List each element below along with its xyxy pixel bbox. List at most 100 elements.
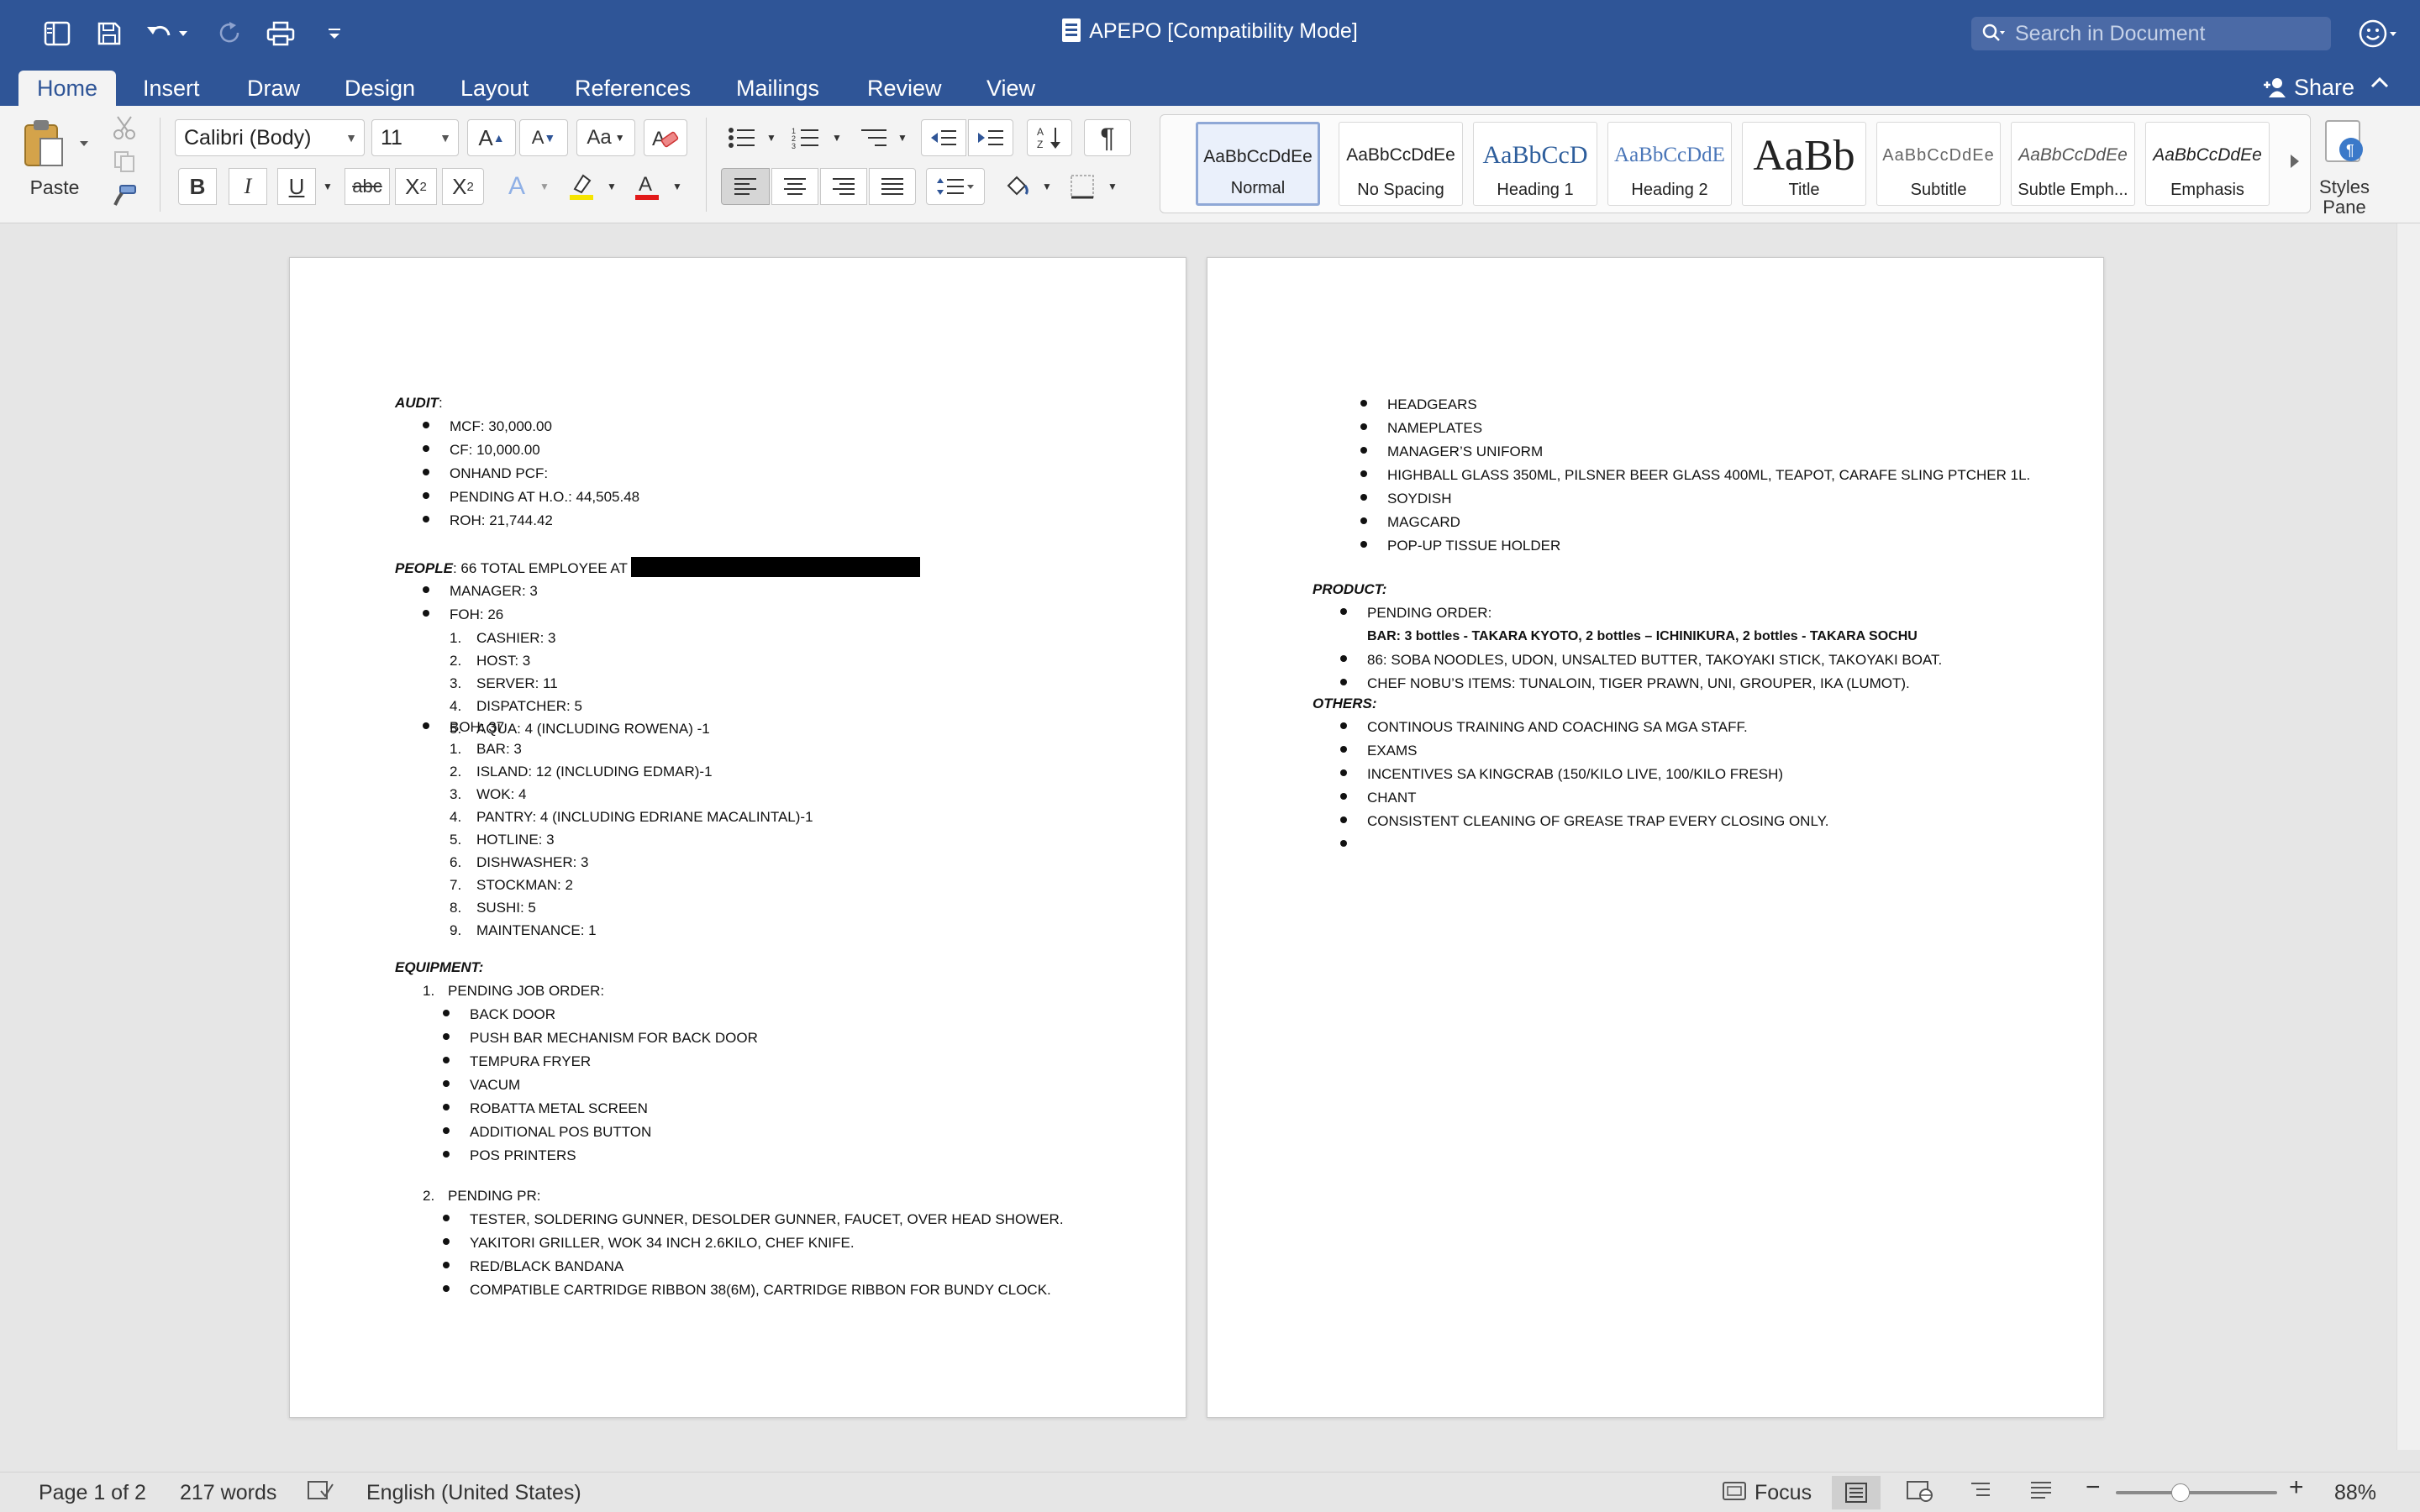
strikethrough-button[interactable]: abc	[345, 168, 390, 205]
show-formatting-marks-icon[interactable]: ¶	[1084, 119, 1131, 156]
tab-layout[interactable]: Layout	[442, 71, 547, 106]
list-item: 4. DISPATCHER: 5	[450, 697, 582, 716]
style-emphasis[interactable]: AaBbCcDdEe Emphasis	[2145, 122, 2270, 206]
bullets-icon[interactable]	[721, 119, 763, 156]
align-center-icon[interactable]	[771, 168, 818, 205]
undo-dropdown-icon[interactable]	[175, 15, 192, 52]
page-1[interactable]: AUDIT: MCF: 30,000.00 CF: 10,000.00 ONHAND…	[289, 257, 1186, 1418]
sidebar-toggle-icon[interactable]	[39, 15, 76, 52]
print-icon[interactable]	[262, 15, 299, 52]
style-normal[interactable]: AaBbCcDdEe Normal	[1196, 122, 1320, 206]
style-heading-1[interactable]: AaBbCcD Heading 1	[1473, 122, 1597, 206]
paste-icon[interactable]	[18, 114, 69, 173]
font-color-dropdown-icon[interactable]: ▼	[669, 168, 686, 205]
bold-button[interactable]: B	[178, 168, 217, 205]
word-count[interactable]: 217 words	[180, 1481, 276, 1504]
style-subtitle[interactable]: AaBbCcDdEe Subtitle	[1876, 122, 2001, 206]
tab-design[interactable]: Design	[326, 71, 434, 106]
zoom-out-icon[interactable]: −	[2086, 1475, 2101, 1500]
page-2[interactable]: HEADGEARS NAMEPLATES MANAGER’S UNIFORM HIGH…	[1207, 257, 2104, 1418]
print-layout-view-icon[interactable]	[1832, 1476, 1881, 1509]
page-count[interactable]: Page 1 of 2	[39, 1481, 146, 1504]
zoom-slider-thumb[interactable]	[2170, 1483, 2190, 1502]
align-left-icon[interactable]	[721, 168, 770, 205]
borders-dropdown-icon[interactable]: ▼	[1104, 168, 1121, 205]
font-size-dropdown[interactable]: 11 ▼	[371, 119, 459, 156]
multilevel-dropdown-icon[interactable]: ▼	[894, 119, 911, 156]
tab-references[interactable]: References	[556, 71, 709, 106]
copy-icon[interactable]	[108, 146, 141, 176]
decrease-indent-icon[interactable]	[921, 119, 966, 156]
list-item-text: MCF: 30,000.00	[450, 418, 552, 434]
zoom-level[interactable]: 88%	[2334, 1481, 2376, 1504]
justify-icon[interactable]	[869, 168, 916, 205]
subscript-button[interactable]: X2	[395, 168, 437, 205]
styles-gallery-scroll-icon[interactable]	[2283, 140, 2307, 182]
styles-pane-label-1[interactable]: Styles	[2311, 176, 2378, 198]
redo-icon[interactable]	[212, 15, 249, 52]
zoom-in-icon[interactable]: +	[2289, 1475, 2304, 1500]
paste-dropdown-icon[interactable]	[76, 131, 92, 156]
paste-label[interactable]: Paste	[17, 175, 92, 200]
sort-icon[interactable]: AZ	[1027, 119, 1072, 156]
decrease-font-size-icon[interactable]: A ▼	[519, 119, 568, 156]
customize-toolbar-icon[interactable]	[316, 15, 353, 52]
language-indicator[interactable]: English (United States)	[366, 1481, 581, 1504]
tab-draw[interactable]: Draw	[229, 71, 318, 106]
underline-button[interactable]: U	[277, 168, 316, 205]
highlight-dropdown-icon[interactable]: ▼	[603, 168, 620, 205]
increase-indent-icon[interactable]	[968, 119, 1013, 156]
bullet-dot	[1340, 679, 1347, 685]
line-spacing-icon[interactable]	[926, 168, 985, 205]
vertical-scrollbar[interactable]	[2396, 223, 2420, 1450]
font-color-icon[interactable]: A	[627, 168, 667, 205]
shading-icon[interactable]	[995, 168, 1039, 205]
underline-dropdown-icon[interactable]: ▼	[318, 168, 338, 205]
proofing-icon[interactable]	[306, 1479, 334, 1508]
draft-view-icon[interactable]	[2028, 1479, 2054, 1506]
format-painter-icon[interactable]	[108, 180, 141, 210]
search-input[interactable]	[2015, 21, 2317, 46]
undo-icon[interactable]	[141, 15, 178, 52]
zoom-slider[interactable]	[2116, 1491, 2277, 1494]
text-effects-dropdown-icon[interactable]: ▼	[536, 168, 553, 205]
increase-font-size-icon[interactable]: A ▲	[467, 119, 516, 156]
borders-icon[interactable]	[1060, 168, 1104, 205]
bullet-dot	[443, 1127, 450, 1134]
text-effects-icon[interactable]: A	[497, 168, 536, 205]
multilevel-list-icon[interactable]	[852, 119, 896, 156]
numbering-icon[interactable]: 123	[785, 119, 827, 156]
superscript-button[interactable]: X2	[442, 168, 484, 205]
outline-view-icon[interactable]	[1968, 1479, 1993, 1506]
bullets-dropdown-icon[interactable]: ▼	[763, 119, 780, 156]
styles-pane-label-2[interactable]: Pane	[2311, 197, 2378, 218]
tab-mailings[interactable]: Mailings	[718, 71, 838, 106]
list-item-text: SERVER: 11	[476, 675, 558, 691]
styles-pane-icon[interactable]: ¶	[2321, 118, 2368, 168]
change-case-icon[interactable]: Aa ▼	[576, 119, 635, 156]
style-title[interactable]: AaBb Title	[1742, 122, 1866, 206]
numbering-dropdown-icon[interactable]: ▼	[829, 119, 845, 156]
tab-insert[interactable]: Insert	[124, 71, 218, 106]
font-name-dropdown[interactable]: Calibri (Body) ▼	[175, 119, 365, 156]
cut-icon[interactable]	[108, 113, 141, 143]
search-box[interactable]	[1971, 17, 2331, 50]
tab-view[interactable]: View	[968, 71, 1054, 106]
feedback-smiley-icon[interactable]	[2358, 17, 2398, 55]
web-layout-view-icon[interactable]	[1906, 1479, 1934, 1508]
style-heading-2[interactable]: AaBbCcDdE Heading 2	[1607, 122, 1732, 206]
clear-formatting-icon[interactable]: A	[644, 119, 687, 156]
collapse-ribbon-icon[interactable]	[2370, 76, 2390, 93]
tab-home[interactable]: Home	[18, 71, 117, 106]
style-subtle-emphasis[interactable]: AaBbCcDdEe Subtle Emph...	[2011, 122, 2135, 206]
style-no-spacing[interactable]: AaBbCcDdEe No Spacing	[1339, 122, 1463, 206]
share-button[interactable]: Share	[2259, 71, 2354, 104]
focus-mode-icon[interactable]	[1721, 1479, 1748, 1508]
tab-review[interactable]: Review	[849, 71, 960, 106]
focus-label[interactable]: Focus	[1754, 1481, 1812, 1504]
highlight-color-icon[interactable]	[561, 168, 602, 205]
shading-dropdown-icon[interactable]: ▼	[1039, 168, 1055, 205]
save-icon[interactable]	[91, 15, 128, 52]
italic-button[interactable]: I	[229, 168, 267, 205]
align-right-icon[interactable]	[820, 168, 867, 205]
